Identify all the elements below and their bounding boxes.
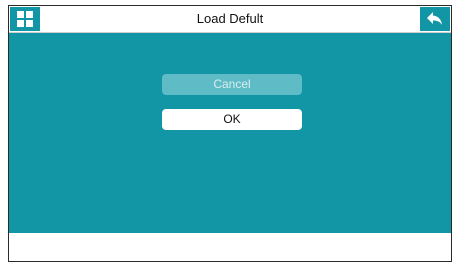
- ok-button[interactable]: OK: [162, 109, 302, 130]
- cancel-button[interactable]: Cancel: [162, 74, 302, 95]
- back-button[interactable]: [420, 7, 450, 31]
- page-title: Load Defult: [196, 11, 264, 26]
- bottom-area: [9, 233, 451, 261]
- grid-icon: [17, 11, 33, 27]
- screen: Load Defult Cancel OK: [0, 0, 454, 265]
- title-bar: Load Defult: [9, 6, 451, 33]
- menu-button[interactable]: [10, 7, 40, 31]
- back-arrow-icon: [427, 12, 442, 25]
- dialog-panel: Cancel OK: [9, 33, 451, 233]
- device-frame: Load Defult Cancel OK: [8, 5, 452, 262]
